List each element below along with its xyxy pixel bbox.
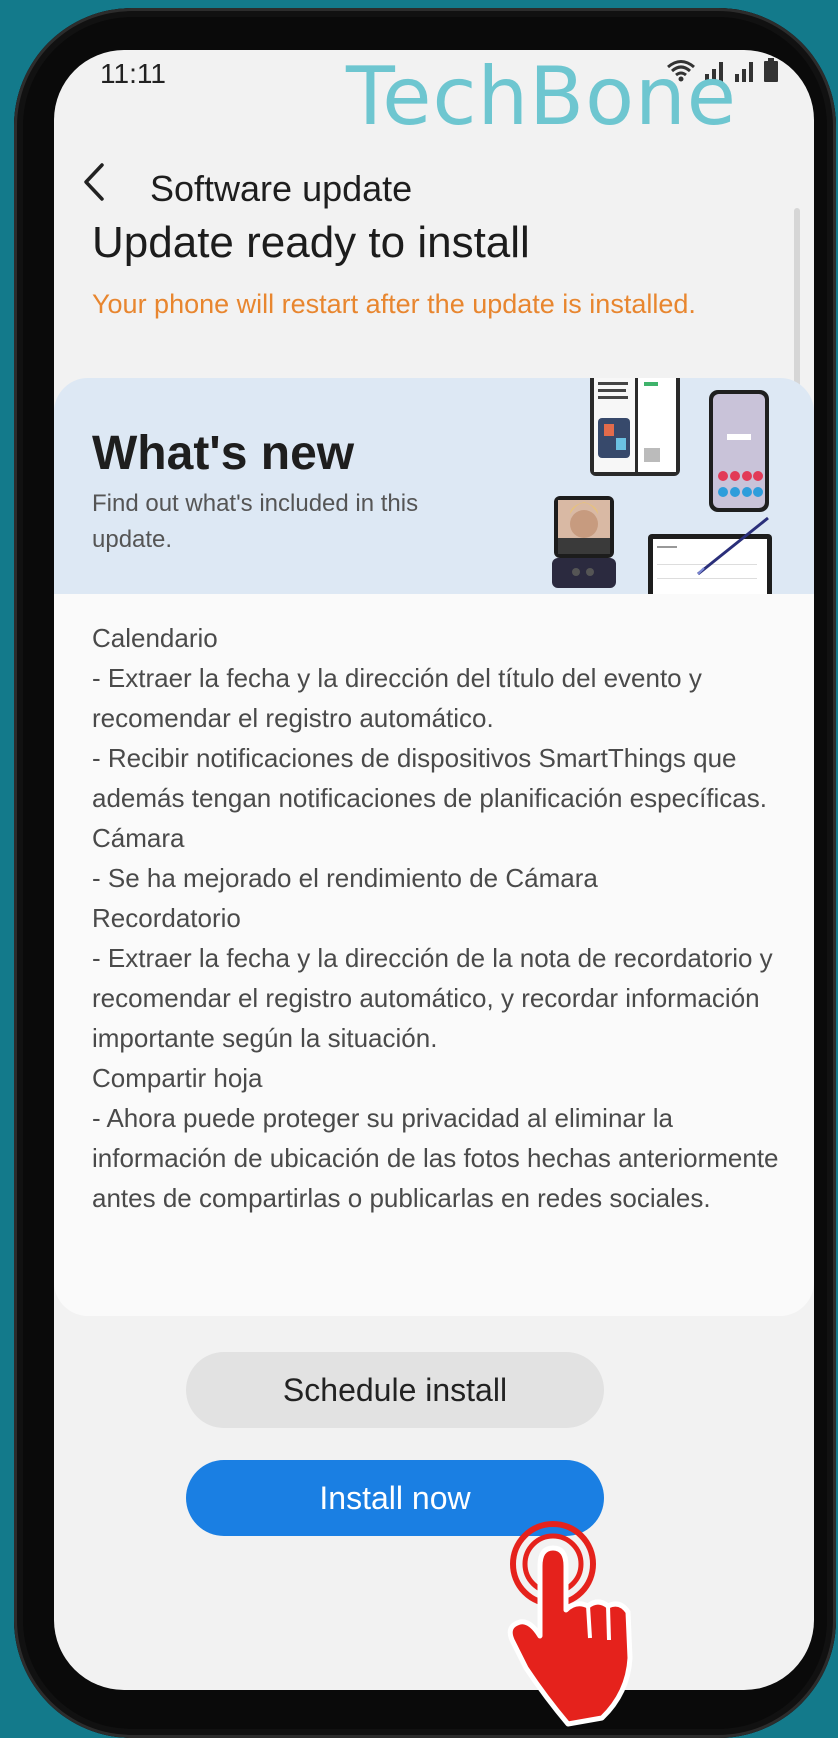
phone-screen: 11:11 TechBone Software update Update re… <box>54 50 814 1690</box>
release-notes-line: - Extraer la fecha y la dirección del tí… <box>92 663 702 733</box>
release-notes-line: Cámara <box>92 823 185 853</box>
status-time: 11:11 <box>100 58 166 89</box>
restart-notice: Your phone will restart after the update… <box>92 289 696 319</box>
release-notes-line: - Se ha mejorado el rendimiento de Cámar… <box>92 863 598 893</box>
release-notes-line: - Recibir notificaciones de dispositivos… <box>92 743 767 813</box>
chevron-left-icon[interactable] <box>80 162 110 202</box>
release-notes-line: Calendario <box>92 623 218 653</box>
release-notes-line: - Ahora puede proteger su privacidad al … <box>92 1103 779 1213</box>
release-notes: Calendario - Extraer la fecha y la direc… <box>92 618 782 1218</box>
schedule-install-button[interactable]: Schedule install <box>186 1352 604 1428</box>
watermark: TechBone <box>346 50 737 143</box>
whats-new-banner[interactable]: What's new Find out what's included in t… <box>54 378 814 594</box>
hand-pointer-icon <box>507 1521 633 1727</box>
release-notes-line: Recordatorio <box>92 903 241 933</box>
page-title: Software update <box>150 168 413 209</box>
release-notes-line: - Extraer la fecha y la dirección de la … <box>92 943 773 1053</box>
signal-icon <box>735 62 753 82</box>
release-notes-line: Compartir hoja <box>92 1063 263 1093</box>
update-title: Update ready to install <box>92 218 530 267</box>
battery-icon <box>764 58 778 82</box>
release-notes-card[interactable]: Calendario - Extraer la fecha y la direc… <box>54 594 814 1316</box>
whats-new-title: What's new <box>92 427 355 480</box>
whats-new-description: Find out what's included in this update. <box>92 490 419 553</box>
devices-illustration <box>552 378 772 594</box>
